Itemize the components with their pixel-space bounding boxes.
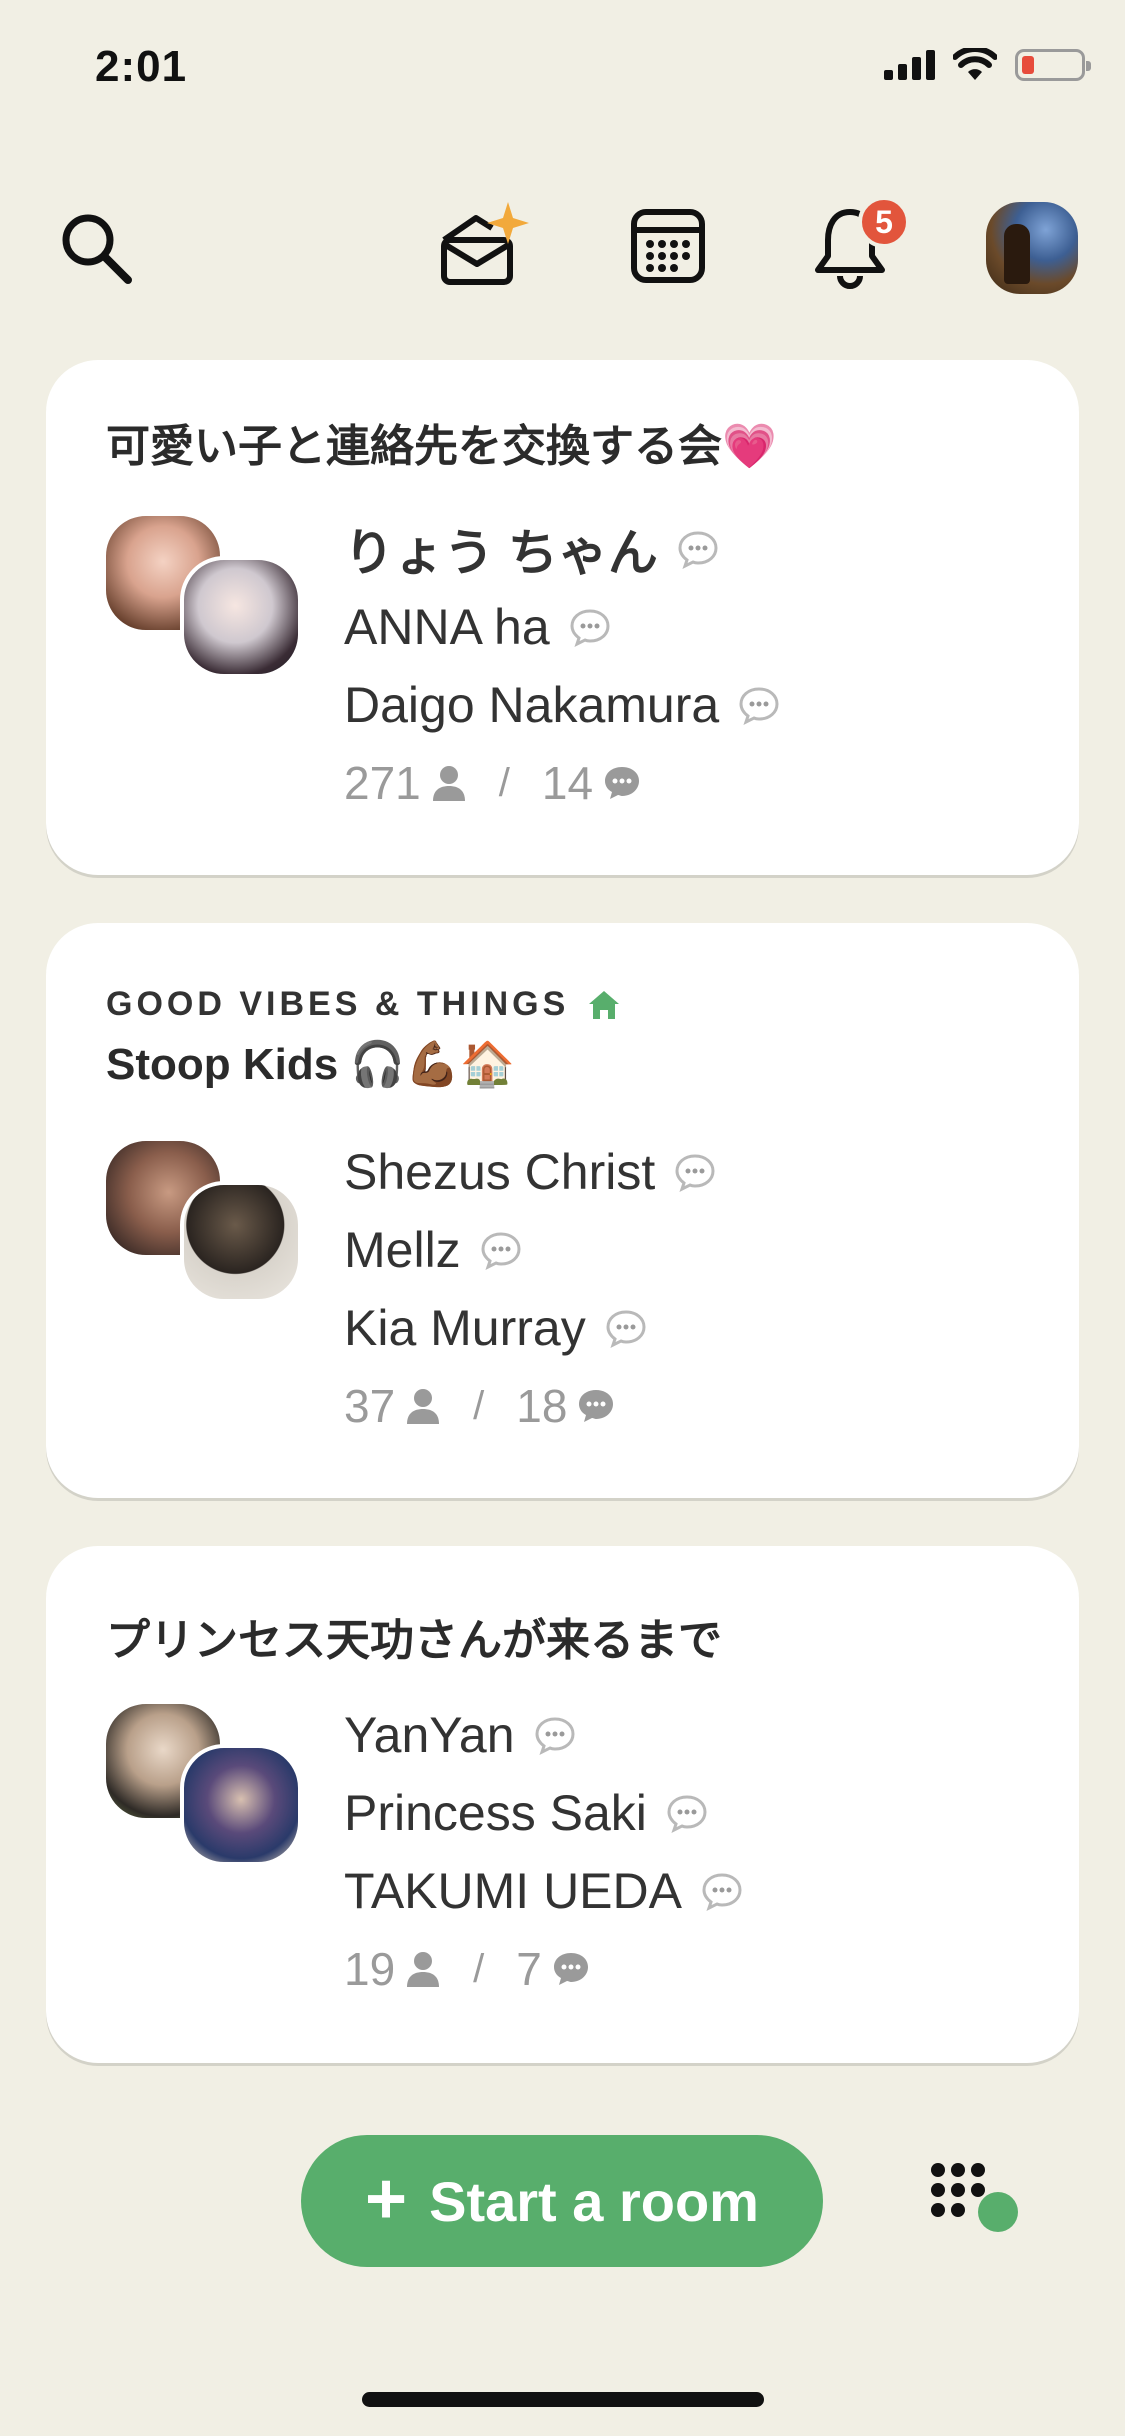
- speaker-name: Shezus Christ: [344, 1133, 717, 1211]
- room-title: 可愛い子と連絡先を交換する会💗: [106, 422, 777, 471]
- chat-bubble-icon: [605, 767, 640, 799]
- chat-bubble-icon: [553, 1953, 588, 1985]
- dots-grid-icon: [931, 2163, 1018, 2232]
- speech-bubble-icon: [665, 1793, 709, 1833]
- person-icon: [407, 1952, 440, 1987]
- search-icon: [62, 214, 132, 284]
- chat-bubble-icon: [579, 1390, 614, 1422]
- status-bar: 2:01: [0, 0, 1125, 130]
- speaker-name: Princess Saki: [344, 1774, 744, 1852]
- speech-bubble-icon: [479, 1230, 523, 1270]
- chat-count: 18: [516, 1380, 568, 1432]
- speaker-name: YanYan: [344, 1696, 744, 1774]
- speaker-name: りょう ちゃん: [344, 510, 781, 588]
- speaker-name: Kia Murray: [344, 1289, 717, 1367]
- notification-badge: 5: [858, 196, 910, 248]
- speech-bubble-icon: [737, 685, 781, 725]
- house-icon: [589, 990, 620, 1019]
- notifications-button[interactable]: 5: [810, 196, 910, 290]
- calendar-icon: [631, 209, 705, 283]
- invite-button[interactable]: [436, 200, 536, 290]
- stats-separator: /: [473, 1383, 485, 1428]
- speech-bubble-icon: [604, 1308, 648, 1348]
- speaker-name: ANNA ha: [344, 588, 781, 666]
- room-stats: 271 / 14: [344, 744, 781, 822]
- speaker-avatars: [102, 1700, 312, 1870]
- envelope-sparkle-icon: [441, 202, 529, 285]
- cellular-signal-icon: [884, 50, 935, 80]
- plus-icon: +: [365, 2159, 408, 2239]
- person-icon: [407, 1389, 440, 1424]
- top-nav: 5: [0, 190, 1125, 300]
- listener-count: 271: [344, 757, 421, 809]
- speaker-avatars: [102, 1137, 312, 1307]
- battery-icon: [1015, 49, 1091, 81]
- avatar: [180, 1744, 302, 1866]
- speech-bubble-icon: [568, 607, 612, 647]
- start-room-label: Start a room: [429, 2169, 759, 2233]
- speaker-name: Mellz: [344, 1211, 717, 1289]
- room-stats: 37 / 18: [344, 1367, 717, 1445]
- status-time: 2:01: [95, 42, 188, 91]
- speaker-name: TAKUMI UEDA: [344, 1852, 744, 1930]
- room-card[interactable]: GOOD VIBES & THINGS Stoop Kids 🎧💪🏾🏠 Shez…: [46, 923, 1079, 1498]
- search-button[interactable]: [56, 208, 136, 288]
- chat-count: 14: [541, 757, 594, 809]
- room-card[interactable]: 可愛い子と連絡先を交換する会💗 りょう ちゃん ANNA ha Daigo Na…: [46, 360, 1079, 875]
- room-title: プリンセス天功さんが来るまで: [106, 1616, 722, 1665]
- listener-count: 19: [344, 1943, 396, 1995]
- home-indicator: [362, 2392, 764, 2407]
- avatar: [180, 1181, 302, 1303]
- speech-bubble-icon: [676, 529, 720, 569]
- speech-bubble-icon: [700, 1871, 744, 1911]
- listener-count: 37: [344, 1380, 396, 1432]
- calendar-button[interactable]: [628, 206, 708, 286]
- room-title: Stoop Kids 🎧💪🏾🏠: [106, 1040, 515, 1089]
- start-room-button[interactable]: + Start a room: [301, 2135, 823, 2267]
- speaker-avatars: [102, 512, 312, 682]
- online-friends-button[interactable]: [928, 2160, 1028, 2240]
- speaker-name: Daigo Nakamura: [344, 666, 781, 744]
- person-icon: [432, 766, 465, 801]
- speaker-list: Shezus Christ Mellz Kia Murray 37 / 18: [344, 1133, 717, 1445]
- speaker-list: YanYan Princess Saki TAKUMI UEDA 19 / 7: [344, 1696, 744, 2008]
- status-icons: [884, 48, 1091, 82]
- stats-separator: /: [473, 1946, 485, 1991]
- room-stats: 19 / 7: [344, 1930, 744, 2008]
- profile-button[interactable]: [986, 202, 1078, 294]
- speech-bubble-icon: [533, 1715, 577, 1755]
- avatar: [180, 556, 302, 678]
- speaker-list: りょう ちゃん ANNA ha Daigo Nakamura 271 / 14: [344, 510, 781, 822]
- chat-count: 7: [516, 1943, 542, 1995]
- wifi-icon: [953, 48, 997, 80]
- room-card[interactable]: プリンセス天功さんが来るまで YanYan Princess Saki TAKU…: [46, 1546, 1079, 2063]
- speech-bubble-icon: [673, 1152, 717, 1192]
- club-name[interactable]: GOOD VIBES & THINGS: [106, 985, 621, 1024]
- avatar: [986, 202, 1078, 294]
- stats-separator: /: [498, 760, 510, 805]
